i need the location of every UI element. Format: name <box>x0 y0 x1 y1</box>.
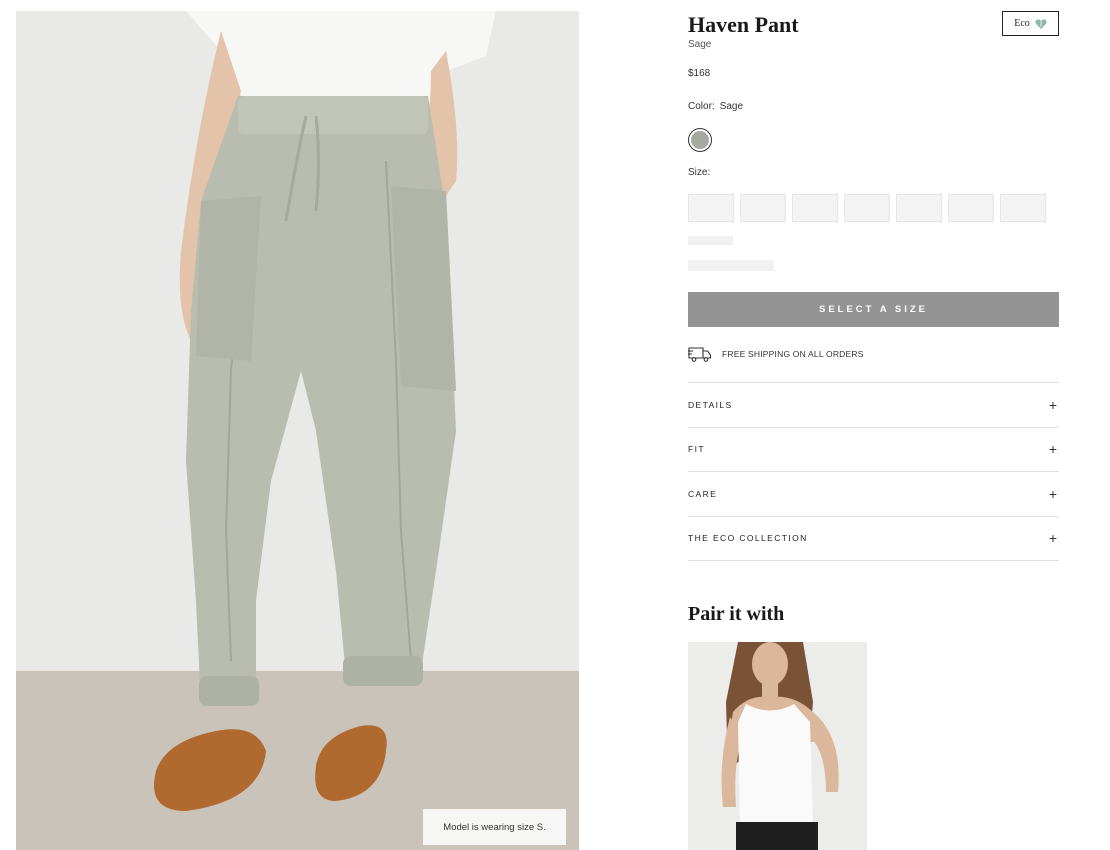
heart-leaf-icon <box>1035 18 1047 29</box>
plus-icon: + <box>1048 530 1057 547</box>
product-title: Haven Pant <box>688 12 799 37</box>
swatch-fill <box>691 131 709 149</box>
pair-product-illustration <box>688 642 867 850</box>
size-option[interactable] <box>792 194 838 222</box>
accordion-details[interactable]: DETAILS + <box>688 383 1059 428</box>
truck-icon <box>688 347 712 362</box>
plus-icon: + <box>1048 396 1057 413</box>
accordion-label: THE ECO COLLECTION <box>688 533 808 544</box>
size-options <box>688 194 1046 222</box>
product-color-subtitle: Sage <box>688 39 712 50</box>
shipping-info: FREE SHIPPING ON ALL ORDERS <box>688 345 864 363</box>
shipping-text: FREE SHIPPING ON ALL ORDERS <box>722 349 864 359</box>
accordion-label: CARE <box>688 488 718 499</box>
loading-placeholder <box>688 260 774 271</box>
size-option[interactable] <box>740 194 786 222</box>
accordion-label: DETAILS <box>688 399 733 410</box>
product-photo[interactable]: Model is wearing size S. <box>16 11 579 850</box>
pair-it-with-title: Pair it with <box>688 603 785 625</box>
product-accordion: DETAILS + FIT + CARE + THE ECO COLLECTIO… <box>688 382 1059 561</box>
size-option[interactable] <box>948 194 994 222</box>
accordion-eco-collection[interactable]: THE ECO COLLECTION + <box>688 517 1059 561</box>
model-size-note: Model is wearing size S. <box>423 809 566 845</box>
size-option[interactable] <box>688 194 734 222</box>
plus-icon: + <box>1048 441 1057 458</box>
eco-badge-label: Eco <box>1014 18 1030 29</box>
color-label: Color: <box>688 101 715 112</box>
size-option[interactable] <box>844 194 890 222</box>
size-label: Size: <box>688 167 711 178</box>
size-option[interactable] <box>1000 194 1046 222</box>
product-photo-illustration <box>16 11 579 850</box>
size-option[interactable] <box>896 194 942 222</box>
eco-badge[interactable]: Eco <box>1002 11 1059 36</box>
accordion-care[interactable]: CARE + <box>688 472 1059 517</box>
product-price: $168 <box>688 68 711 79</box>
select-size-button[interactable]: SELECT A SIZE <box>688 292 1059 327</box>
plus-icon: + <box>1048 485 1057 502</box>
loading-placeholder <box>688 236 733 245</box>
accordion-label: FIT <box>688 444 705 455</box>
color-swatch-sage[interactable] <box>688 128 712 152</box>
accordion-fit[interactable]: FIT + <box>688 428 1059 472</box>
color-row: Color: Sage <box>688 101 743 112</box>
color-value: Sage <box>719 101 744 112</box>
pair-product-image[interactable] <box>688 642 867 850</box>
